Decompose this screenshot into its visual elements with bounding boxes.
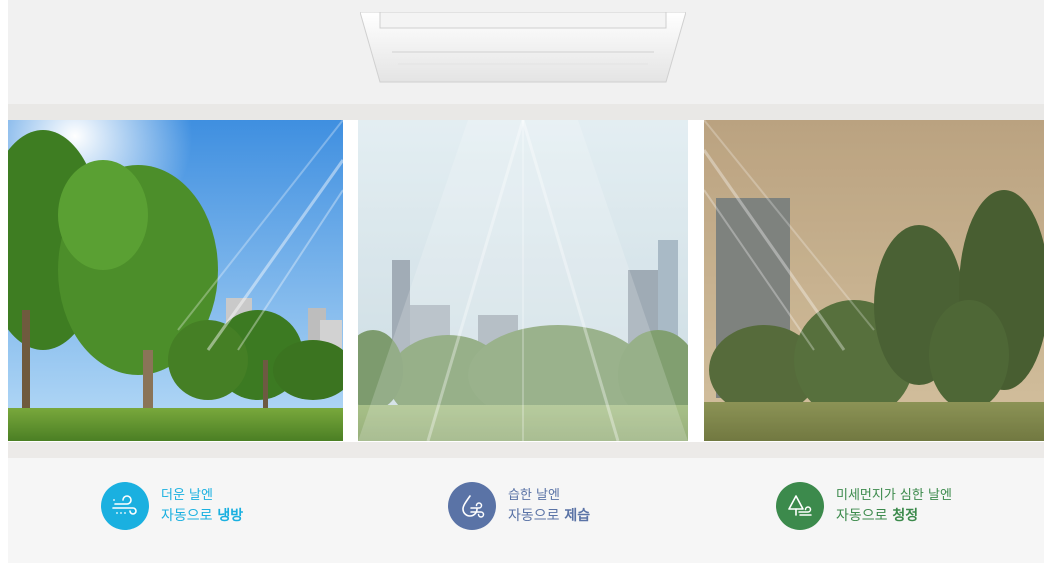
wall-strip-top	[8, 104, 1044, 120]
feature-purify-prefix: 자동으로	[836, 508, 888, 524]
feature-dehumidify: 습한 날엔 자동으로 제습	[448, 482, 590, 530]
wind-icon	[101, 482, 149, 530]
feature-cooling-condition: 더운 날엔	[161, 488, 213, 503]
humid-day-scene	[358, 120, 688, 441]
feature-banner: 더운 날엔 자동으로 냉방 습한 날엔 자동으로 제습 미세먼지가 심한 날엔 …	[0, 0, 1046, 563]
feature-purify-condition: 미세먼지가 심한 날엔	[836, 488, 952, 503]
dusty-day-scene	[704, 120, 1044, 441]
droplet-wind-icon	[448, 482, 496, 530]
feature-dehumidify-action: 제습	[564, 508, 591, 524]
hot-day-scene	[8, 120, 343, 441]
ceiling-air-conditioner	[359, 11, 687, 84]
tree-wind-icon	[776, 482, 824, 530]
feature-cooling-action: 냉방	[217, 508, 244, 524]
feature-purify: 미세먼지가 심한 날엔 자동으로 청정	[776, 482, 952, 530]
wall-strip-bottom	[8, 442, 1044, 458]
feature-dehumidify-prefix: 자동으로	[508, 508, 560, 524]
feature-cooling: 더운 날엔 자동으로 냉방	[101, 482, 243, 530]
feature-cooling-prefix: 자동으로	[161, 508, 213, 524]
feature-purify-action: 청정	[892, 508, 919, 524]
feature-dehumidify-condition: 습한 날엔	[508, 488, 560, 503]
